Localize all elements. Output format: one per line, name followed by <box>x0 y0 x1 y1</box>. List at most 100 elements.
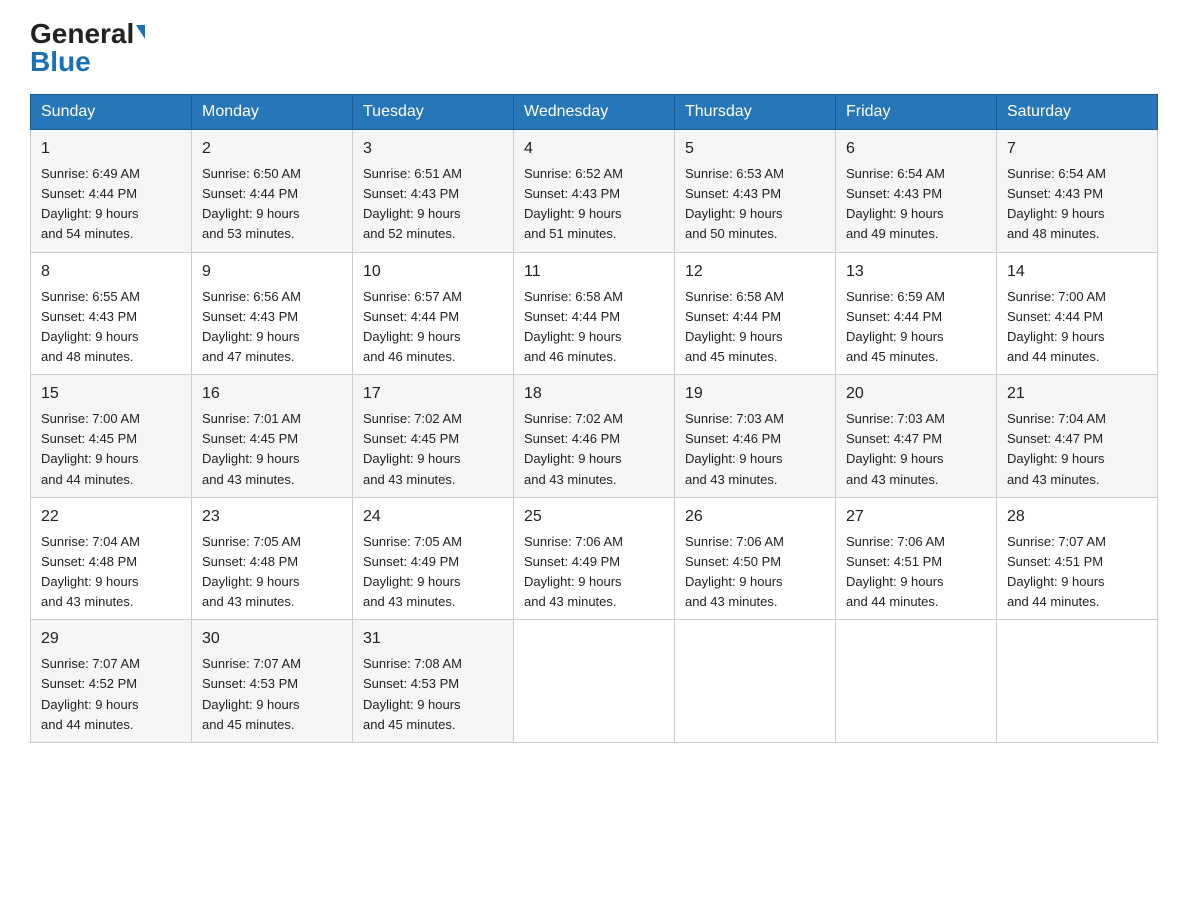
calendar-day-cell: 23 Sunrise: 7:05 AM Sunset: 4:48 PM Dayl… <box>192 497 353 620</box>
day-number: 25 <box>524 505 664 529</box>
day-info: Sunrise: 6:58 AM Sunset: 4:44 PM Dayligh… <box>524 287 664 368</box>
calendar-day-cell: 4 Sunrise: 6:52 AM Sunset: 4:43 PM Dayli… <box>514 130 675 253</box>
day-number: 9 <box>202 260 342 284</box>
calendar-day-cell: 30 Sunrise: 7:07 AM Sunset: 4:53 PM Dayl… <box>192 620 353 743</box>
calendar-day-cell: 6 Sunrise: 6:54 AM Sunset: 4:43 PM Dayli… <box>836 130 997 253</box>
logo: General Blue <box>30 20 145 76</box>
calendar-day-cell: 2 Sunrise: 6:50 AM Sunset: 4:44 PM Dayli… <box>192 130 353 253</box>
page-header: General Blue <box>30 20 1158 76</box>
day-info: Sunrise: 7:07 AM Sunset: 4:51 PM Dayligh… <box>1007 532 1147 613</box>
day-number: 22 <box>41 505 181 529</box>
calendar-week-row: 29 Sunrise: 7:07 AM Sunset: 4:52 PM Dayl… <box>31 620 1158 743</box>
calendar-day-cell: 5 Sunrise: 6:53 AM Sunset: 4:43 PM Dayli… <box>675 130 836 253</box>
day-number: 28 <box>1007 505 1147 529</box>
day-info: Sunrise: 6:55 AM Sunset: 4:43 PM Dayligh… <box>41 287 181 368</box>
logo-triangle-icon <box>136 25 145 39</box>
day-number: 26 <box>685 505 825 529</box>
day-info: Sunrise: 6:49 AM Sunset: 4:44 PM Dayligh… <box>41 164 181 245</box>
day-number: 4 <box>524 137 664 161</box>
day-of-week-header: Tuesday <box>353 95 514 130</box>
calendar-week-row: 8 Sunrise: 6:55 AM Sunset: 4:43 PM Dayli… <box>31 252 1158 375</box>
calendar-day-cell: 17 Sunrise: 7:02 AM Sunset: 4:45 PM Dayl… <box>353 375 514 498</box>
calendar-day-cell: 14 Sunrise: 7:00 AM Sunset: 4:44 PM Dayl… <box>997 252 1158 375</box>
day-number: 29 <box>41 627 181 651</box>
calendar-day-cell: 31 Sunrise: 7:08 AM Sunset: 4:53 PM Dayl… <box>353 620 514 743</box>
day-info: Sunrise: 7:01 AM Sunset: 4:45 PM Dayligh… <box>202 409 342 490</box>
day-number: 7 <box>1007 137 1147 161</box>
calendar-table: SundayMondayTuesdayWednesdayThursdayFrid… <box>30 94 1158 743</box>
day-info: Sunrise: 6:56 AM Sunset: 4:43 PM Dayligh… <box>202 287 342 368</box>
calendar-day-cell <box>836 620 997 743</box>
day-info: Sunrise: 7:02 AM Sunset: 4:46 PM Dayligh… <box>524 409 664 490</box>
day-info: Sunrise: 6:51 AM Sunset: 4:43 PM Dayligh… <box>363 164 503 245</box>
day-info: Sunrise: 6:57 AM Sunset: 4:44 PM Dayligh… <box>363 287 503 368</box>
day-info: Sunrise: 6:58 AM Sunset: 4:44 PM Dayligh… <box>685 287 825 368</box>
day-number: 2 <box>202 137 342 161</box>
day-number: 20 <box>846 382 986 406</box>
day-info: Sunrise: 7:07 AM Sunset: 4:52 PM Dayligh… <box>41 654 181 735</box>
day-number: 15 <box>41 382 181 406</box>
day-info: Sunrise: 7:06 AM Sunset: 4:50 PM Dayligh… <box>685 532 825 613</box>
calendar-day-cell: 9 Sunrise: 6:56 AM Sunset: 4:43 PM Dayli… <box>192 252 353 375</box>
logo-text: General Blue <box>30 20 145 76</box>
calendar-day-cell: 26 Sunrise: 7:06 AM Sunset: 4:50 PM Dayl… <box>675 497 836 620</box>
day-info: Sunrise: 7:00 AM Sunset: 4:45 PM Dayligh… <box>41 409 181 490</box>
day-info: Sunrise: 7:05 AM Sunset: 4:49 PM Dayligh… <box>363 532 503 613</box>
day-of-week-header: Wednesday <box>514 95 675 130</box>
day-number: 13 <box>846 260 986 284</box>
calendar-day-cell: 18 Sunrise: 7:02 AM Sunset: 4:46 PM Dayl… <box>514 375 675 498</box>
calendar-day-cell: 22 Sunrise: 7:04 AM Sunset: 4:48 PM Dayl… <box>31 497 192 620</box>
calendar-day-cell: 15 Sunrise: 7:00 AM Sunset: 4:45 PM Dayl… <box>31 375 192 498</box>
day-info: Sunrise: 7:03 AM Sunset: 4:46 PM Dayligh… <box>685 409 825 490</box>
day-number: 17 <box>363 382 503 406</box>
calendar-day-cell: 29 Sunrise: 7:07 AM Sunset: 4:52 PM Dayl… <box>31 620 192 743</box>
calendar-day-cell: 10 Sunrise: 6:57 AM Sunset: 4:44 PM Dayl… <box>353 252 514 375</box>
calendar-day-cell: 25 Sunrise: 7:06 AM Sunset: 4:49 PM Dayl… <box>514 497 675 620</box>
day-info: Sunrise: 7:07 AM Sunset: 4:53 PM Dayligh… <box>202 654 342 735</box>
day-info: Sunrise: 7:06 AM Sunset: 4:51 PM Dayligh… <box>846 532 986 613</box>
day-number: 1 <box>41 137 181 161</box>
day-number: 14 <box>1007 260 1147 284</box>
day-of-week-header: Saturday <box>997 95 1158 130</box>
calendar-day-cell: 16 Sunrise: 7:01 AM Sunset: 4:45 PM Dayl… <box>192 375 353 498</box>
day-info: Sunrise: 7:04 AM Sunset: 4:48 PM Dayligh… <box>41 532 181 613</box>
calendar-day-cell: 3 Sunrise: 6:51 AM Sunset: 4:43 PM Dayli… <box>353 130 514 253</box>
day-of-week-header: Sunday <box>31 95 192 130</box>
day-number: 24 <box>363 505 503 529</box>
day-number: 3 <box>363 137 503 161</box>
calendar-day-cell: 8 Sunrise: 6:55 AM Sunset: 4:43 PM Dayli… <box>31 252 192 375</box>
day-number: 18 <box>524 382 664 406</box>
day-info: Sunrise: 7:04 AM Sunset: 4:47 PM Dayligh… <box>1007 409 1147 490</box>
calendar-day-cell <box>514 620 675 743</box>
calendar-day-cell: 7 Sunrise: 6:54 AM Sunset: 4:43 PM Dayli… <box>997 130 1158 253</box>
day-info: Sunrise: 6:54 AM Sunset: 4:43 PM Dayligh… <box>1007 164 1147 245</box>
day-info: Sunrise: 7:06 AM Sunset: 4:49 PM Dayligh… <box>524 532 664 613</box>
calendar-day-cell <box>997 620 1158 743</box>
calendar-day-cell: 27 Sunrise: 7:06 AM Sunset: 4:51 PM Dayl… <box>836 497 997 620</box>
day-info: Sunrise: 7:00 AM Sunset: 4:44 PM Dayligh… <box>1007 287 1147 368</box>
day-of-week-header: Thursday <box>675 95 836 130</box>
day-number: 31 <box>363 627 503 651</box>
day-number: 12 <box>685 260 825 284</box>
day-info: Sunrise: 6:52 AM Sunset: 4:43 PM Dayligh… <box>524 164 664 245</box>
day-number: 21 <box>1007 382 1147 406</box>
calendar-day-cell: 1 Sunrise: 6:49 AM Sunset: 4:44 PM Dayli… <box>31 130 192 253</box>
calendar-day-cell: 28 Sunrise: 7:07 AM Sunset: 4:51 PM Dayl… <box>997 497 1158 620</box>
calendar-day-cell: 13 Sunrise: 6:59 AM Sunset: 4:44 PM Dayl… <box>836 252 997 375</box>
day-info: Sunrise: 7:03 AM Sunset: 4:47 PM Dayligh… <box>846 409 986 490</box>
day-info: Sunrise: 7:05 AM Sunset: 4:48 PM Dayligh… <box>202 532 342 613</box>
calendar-day-cell: 24 Sunrise: 7:05 AM Sunset: 4:49 PM Dayl… <box>353 497 514 620</box>
day-number: 11 <box>524 260 664 284</box>
calendar-header-row: SundayMondayTuesdayWednesdayThursdayFrid… <box>31 95 1158 130</box>
day-info: Sunrise: 6:53 AM Sunset: 4:43 PM Dayligh… <box>685 164 825 245</box>
day-number: 10 <box>363 260 503 284</box>
calendar-week-row: 1 Sunrise: 6:49 AM Sunset: 4:44 PM Dayli… <box>31 130 1158 253</box>
day-number: 6 <box>846 137 986 161</box>
logo-blue: Blue <box>30 46 91 77</box>
calendar-day-cell: 20 Sunrise: 7:03 AM Sunset: 4:47 PM Dayl… <box>836 375 997 498</box>
day-number: 8 <box>41 260 181 284</box>
calendar-week-row: 22 Sunrise: 7:04 AM Sunset: 4:48 PM Dayl… <box>31 497 1158 620</box>
day-info: Sunrise: 7:08 AM Sunset: 4:53 PM Dayligh… <box>363 654 503 735</box>
calendar-day-cell <box>675 620 836 743</box>
calendar-day-cell: 19 Sunrise: 7:03 AM Sunset: 4:46 PM Dayl… <box>675 375 836 498</box>
